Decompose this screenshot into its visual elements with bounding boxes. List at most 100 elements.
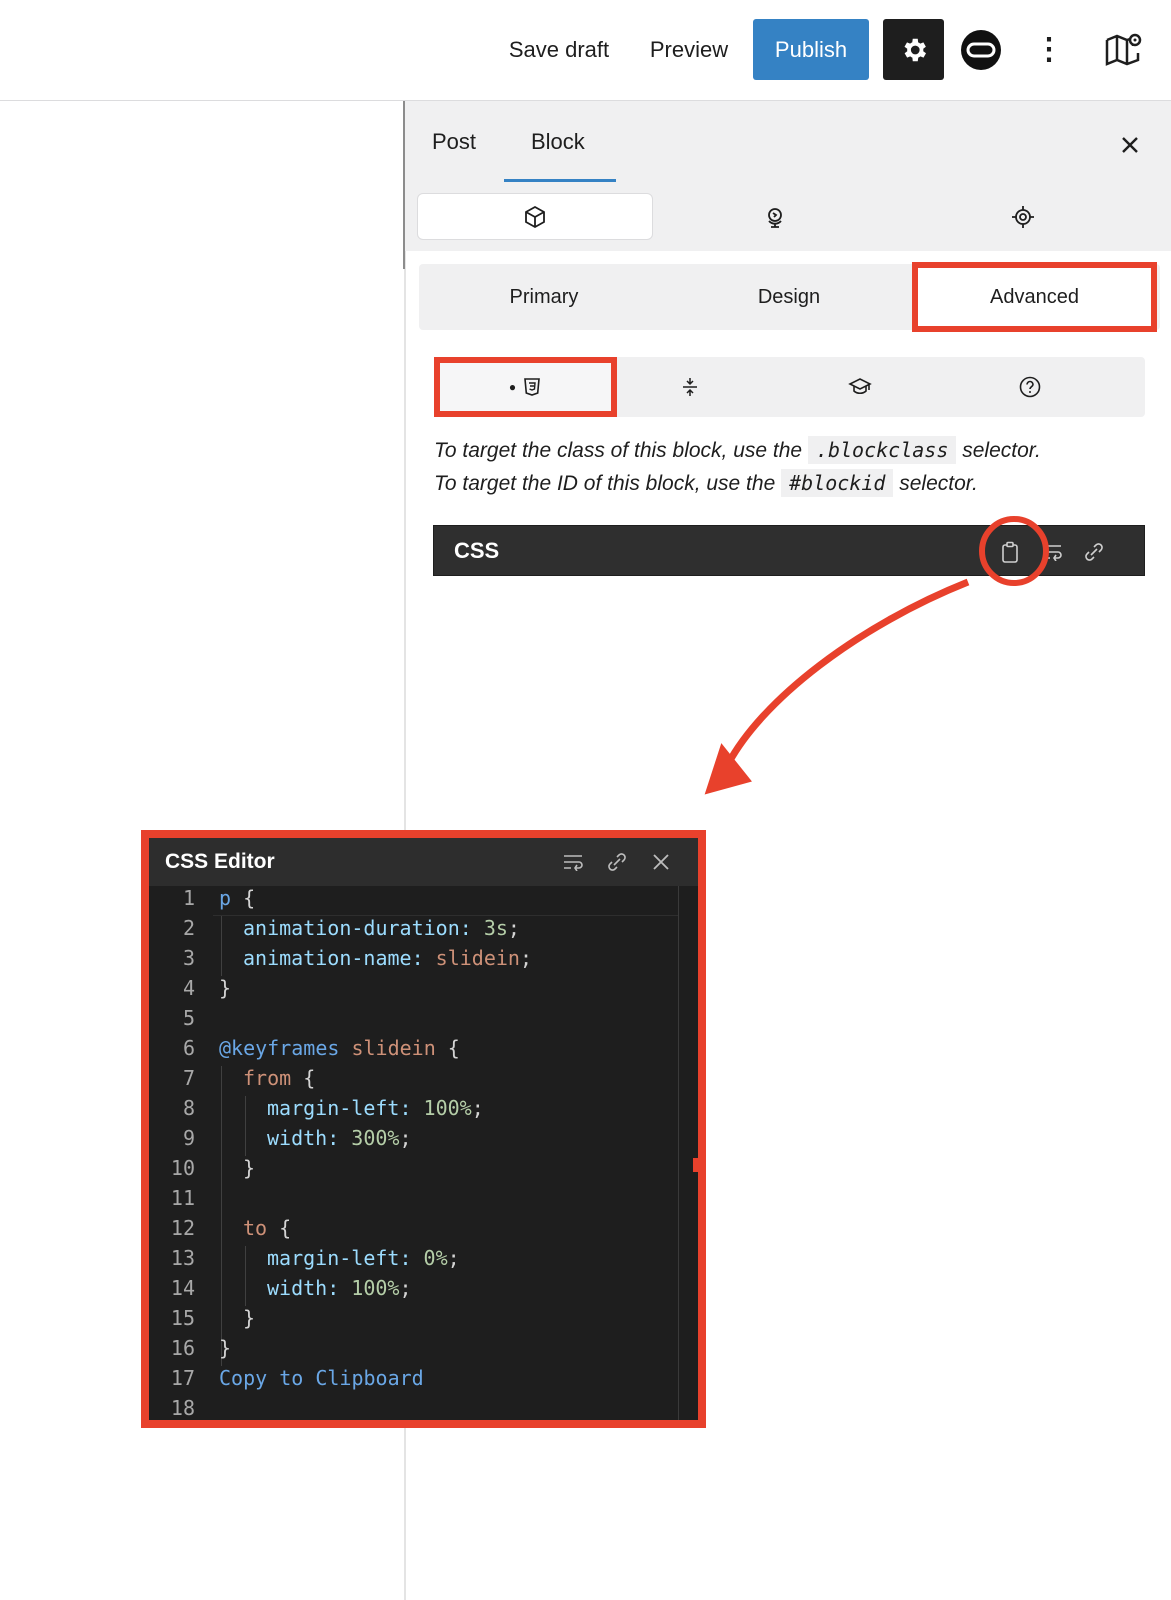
code-text: width: 100%; — [267, 1276, 412, 1300]
close-icon — [1122, 137, 1138, 153]
code-text: p { — [219, 886, 256, 910]
graduation-cap-icon — [848, 378, 872, 395]
code-text: @keyframes slidein { — [219, 1036, 460, 1060]
code-line: 15} — [149, 1306, 698, 1336]
link-icon — [608, 853, 626, 871]
code-line: 13 margin-left: 0%; — [149, 1246, 698, 1276]
code-text: margin-left: 0%; — [267, 1246, 460, 1270]
preview-button[interactable]: Preview — [634, 19, 744, 80]
code-text: from { — [243, 1066, 316, 1090]
close-sidebar-button[interactable] — [1110, 125, 1150, 165]
settings-button[interactable] — [883, 19, 944, 80]
expand-icon — [1085, 543, 1103, 561]
save-draft-button[interactable]: Save draft — [494, 19, 624, 80]
editor-close-button[interactable] — [645, 846, 677, 878]
code-text: Copy to Clipboard — [219, 1366, 424, 1390]
block-global-tab[interactable] — [745, 193, 805, 240]
sidebar-header: Post Block — [405, 101, 1171, 251]
code-line: 4} — [149, 976, 698, 1006]
map-pin-icon — [1105, 33, 1142, 66]
target-icon — [1012, 205, 1034, 228]
subtab-learn[interactable] — [800, 357, 920, 417]
cube-icon — [525, 205, 545, 228]
active-dot-icon: ● — [508, 380, 517, 394]
line-number: 10 — [170, 1156, 195, 1180]
code-editor[interactable]: 1 p { 2 animation-duration: 3s; 3 animation… — [149, 886, 698, 1420]
editor-link-button[interactable] — [601, 846, 633, 878]
active-tab-indicator — [504, 179, 616, 182]
code-text: animation-duration: 3s; — [243, 916, 520, 940]
close-icon — [653, 854, 669, 870]
advanced-subtabs: ● — [434, 357, 1145, 417]
segment-design[interactable]: Design — [669, 264, 909, 330]
line-number: 4 — [182, 976, 195, 1000]
code-line: 10} — [149, 1156, 698, 1186]
more-options-button[interactable]: ⋮ — [1021, 19, 1077, 80]
publish-button[interactable]: Publish — [753, 19, 869, 80]
line-number: 16 — [170, 1336, 195, 1360]
line-number: 15 — [170, 1306, 195, 1330]
segment-primary[interactable]: Primary — [419, 264, 669, 330]
plugin-logo-button[interactable] — [955, 19, 1007, 80]
compress-icon — [683, 378, 697, 396]
plugin-logo-icon — [961, 29, 1001, 70]
help-line-id: To target the ID of this block, use the … — [434, 467, 1154, 500]
code-text: } — [243, 1156, 256, 1180]
line-number: 6 — [182, 1036, 195, 1060]
code-text: margin-left: 100%; — [267, 1096, 484, 1120]
blockclass-code: .blockclass — [807, 436, 957, 464]
gear-icon — [904, 38, 926, 61]
subtab-css[interactable]: ● — [434, 357, 617, 417]
code-text: to { — [243, 1216, 292, 1240]
expand-editor-button[interactable] — [1078, 536, 1110, 568]
map-button[interactable] — [1095, 19, 1151, 80]
editor-topbar: Save draft Preview Publish ⋮ — [0, 0, 1171, 101]
highlight-circle — [979, 516, 1049, 586]
help-text: To target the ID of this block, use the — [434, 472, 782, 495]
subtab-help[interactable] — [970, 357, 1090, 417]
line-number: 1 — [182, 886, 195, 910]
code-line: 12 to { — [149, 1216, 698, 1246]
code-text: } — [219, 976, 232, 1000]
line-number: 17 — [170, 1366, 195, 1390]
page: Save draft Preview Publish ⋮ Post Block — [0, 0, 1171, 1600]
line-number: 3 — [182, 946, 195, 970]
segment-advanced[interactable]: Advanced — [912, 262, 1157, 332]
code-line: 14 width: 100%; — [149, 1276, 698, 1306]
help-icon — [1019, 376, 1041, 398]
css-editor-popup: CSS Editor 1 p { 2 animation-duration: 3s;… — [141, 830, 706, 1428]
wrap-icon — [564, 855, 583, 871]
code-line: 16} — [149, 1336, 698, 1366]
line-number: 18 — [170, 1396, 195, 1420]
tab-post[interactable]: Post — [432, 129, 476, 155]
editor-wrap-button[interactable] — [557, 846, 589, 878]
blockid-code: #blockid — [781, 469, 894, 497]
code-line: 9 width: 300%; — [149, 1126, 698, 1156]
line-number: 13 — [170, 1246, 195, 1270]
code-line: 11 — [149, 1186, 698, 1216]
scrollbar-marker — [693, 1158, 698, 1172]
tab-block[interactable]: Block — [531, 129, 585, 155]
block-settings-tab[interactable] — [417, 193, 653, 240]
css-help-text: To target the class of this block, use t… — [434, 434, 1154, 500]
code-line: 6 @keyframes slidein { — [149, 1036, 698, 1066]
code-line: 1 p { — [149, 886, 698, 916]
line-number: 5 — [182, 1006, 195, 1030]
code-line: 17 Copy to Clipboard — [149, 1366, 698, 1396]
globe-icon — [768, 207, 782, 228]
line-number: 8 — [182, 1096, 195, 1120]
help-text: selector. — [956, 439, 1041, 462]
editor-scrollbar[interactable] — [678, 886, 679, 1420]
code-line: 8 margin-left: 100%; — [149, 1096, 698, 1126]
help-line-class: To target the class of this block, use t… — [434, 434, 1154, 467]
css-editor-header: CSS Editor — [149, 838, 698, 886]
code-text: } — [219, 1336, 232, 1360]
code-text: animation-name: slidein; — [243, 946, 532, 970]
css3-icon — [524, 378, 541, 396]
line-number: 2 — [182, 916, 195, 940]
code-text: } — [243, 1306, 256, 1330]
subtab-compress[interactable] — [630, 357, 750, 417]
block-target-tab[interactable] — [993, 193, 1053, 240]
code-line: 2 animation-duration: 3s; — [149, 916, 698, 946]
line-number: 7 — [182, 1066, 195, 1090]
